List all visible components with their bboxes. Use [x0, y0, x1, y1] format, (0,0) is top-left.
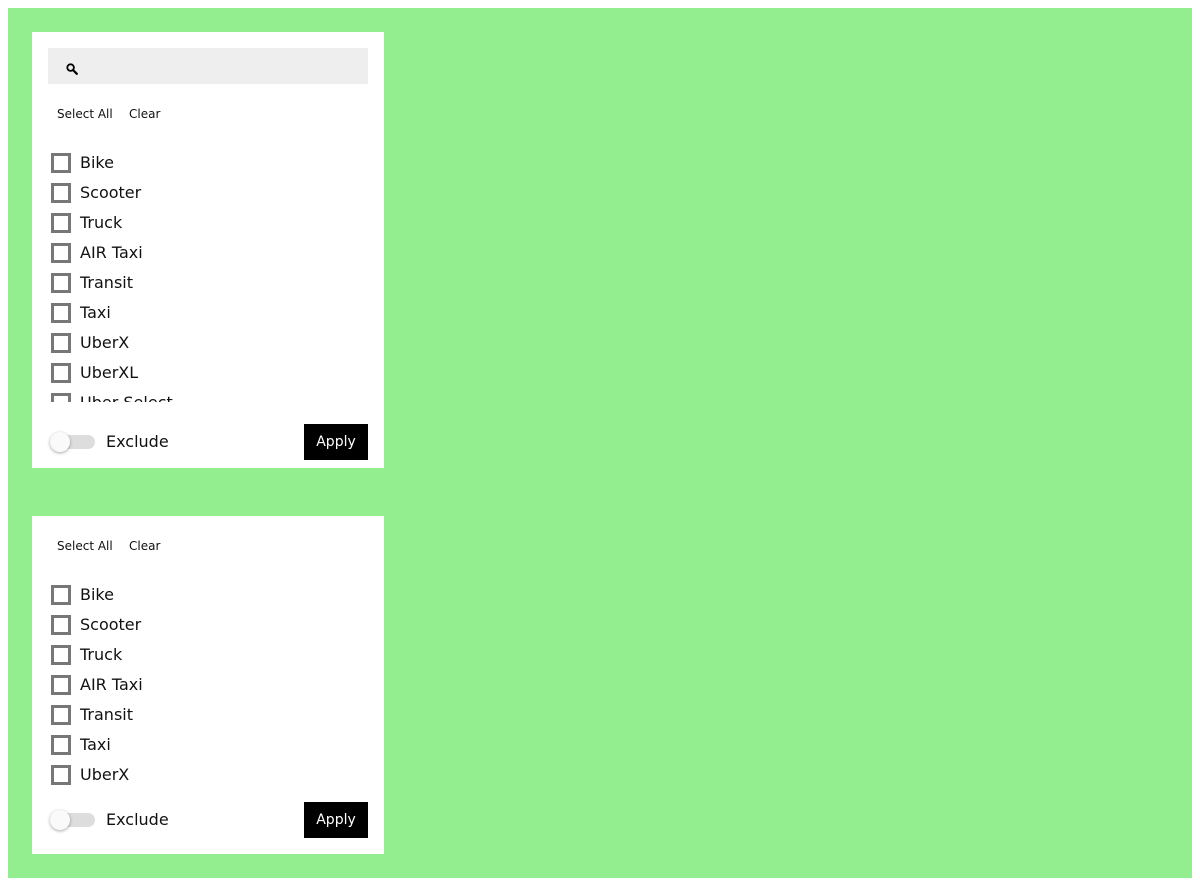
- checkbox[interactable]: [51, 735, 71, 755]
- clear-button[interactable]: Clear: [129, 104, 160, 124]
- panel-footer: Exclude Apply: [48, 424, 368, 460]
- list-item[interactable]: Taxi: [48, 730, 368, 760]
- checkbox[interactable]: [51, 363, 71, 383]
- list-item[interactable]: Scooter: [48, 178, 368, 208]
- page-background: Select All Clear Bike Scooter Truck AIR Tax…: [8, 8, 1192, 878]
- checkbox[interactable]: [51, 303, 71, 323]
- list-item[interactable]: AIR Taxi: [48, 238, 368, 268]
- checkbox[interactable]: [51, 393, 71, 402]
- checkbox[interactable]: [51, 333, 71, 353]
- select-all-button[interactable]: Select All: [57, 536, 113, 556]
- checkbox[interactable]: [51, 183, 71, 203]
- list-item[interactable]: Scooter: [48, 610, 368, 640]
- list-item[interactable]: UberXL: [48, 358, 368, 388]
- options-list[interactable]: Bike Scooter Truck AIR Taxi Transit Taxi UberX: [48, 580, 368, 790]
- option-label: UberXL: [80, 363, 139, 382]
- list-item[interactable]: UberX: [48, 760, 368, 790]
- list-item[interactable]: Transit: [48, 700, 368, 730]
- option-label: AIR Taxi: [80, 675, 143, 694]
- option-label: Scooter: [80, 615, 142, 634]
- checkbox[interactable]: [51, 243, 71, 263]
- exclude-toggle[interactable]: [50, 432, 95, 452]
- option-label: Truck: [80, 213, 123, 232]
- apply-button[interactable]: Apply: [304, 802, 368, 838]
- option-label: Uber Select: [80, 388, 173, 402]
- option-label: UberX: [80, 765, 130, 784]
- search-box[interactable]: [48, 48, 368, 84]
- exclude-label: Exclude: [106, 810, 169, 829]
- list-item[interactable]: Truck: [48, 208, 368, 238]
- filter-panel-bottom: Select All Clear Bike Scooter Truck AIR Tax…: [32, 516, 384, 854]
- search-input[interactable]: [88, 48, 364, 84]
- option-label: Taxi: [80, 735, 111, 754]
- list-item[interactable]: Taxi: [48, 298, 368, 328]
- exclude-toggle[interactable]: [50, 810, 95, 830]
- list-item[interactable]: Uber Select: [48, 388, 368, 402]
- list-item[interactable]: AIR Taxi: [48, 670, 368, 700]
- search-icon: [66, 60, 78, 75]
- option-label: AIR Taxi: [80, 243, 143, 262]
- panel-footer: Exclude Apply: [48, 802, 368, 838]
- checkbox[interactable]: [51, 645, 71, 665]
- checkbox[interactable]: [51, 675, 71, 695]
- list-item[interactable]: UberX: [48, 328, 368, 358]
- toggle-knob: [50, 432, 70, 452]
- checkbox[interactable]: [51, 705, 71, 725]
- checkbox[interactable]: [51, 585, 71, 605]
- list-item[interactable]: Bike: [48, 580, 368, 610]
- apply-button[interactable]: Apply: [304, 424, 368, 460]
- checkbox[interactable]: [51, 765, 71, 785]
- checkbox[interactable]: [51, 273, 71, 293]
- filter-panel-top: Select All Clear Bike Scooter Truck AIR Tax…: [32, 32, 384, 468]
- option-label: UberX: [80, 333, 130, 352]
- option-label: Transit: [80, 705, 133, 724]
- select-all-button[interactable]: Select All: [57, 104, 113, 124]
- option-label: Truck: [80, 645, 123, 664]
- checkbox[interactable]: [51, 153, 71, 173]
- exclude-label: Exclude: [106, 432, 169, 451]
- checkbox[interactable]: [51, 615, 71, 635]
- option-label: Taxi: [80, 303, 111, 322]
- option-label: Bike: [80, 585, 114, 604]
- option-label: Transit: [80, 273, 133, 292]
- list-item[interactable]: Bike: [48, 148, 368, 178]
- option-label: Bike: [80, 153, 114, 172]
- options-list[interactable]: Bike Scooter Truck AIR Taxi Transit Taxi UberX…: [48, 148, 368, 402]
- toggle-knob: [50, 810, 70, 830]
- checkbox[interactable]: [51, 213, 71, 233]
- list-item[interactable]: Transit: [48, 268, 368, 298]
- option-label: Scooter: [80, 183, 142, 202]
- list-item[interactable]: Truck: [48, 640, 368, 670]
- clear-button[interactable]: Clear: [129, 536, 160, 556]
